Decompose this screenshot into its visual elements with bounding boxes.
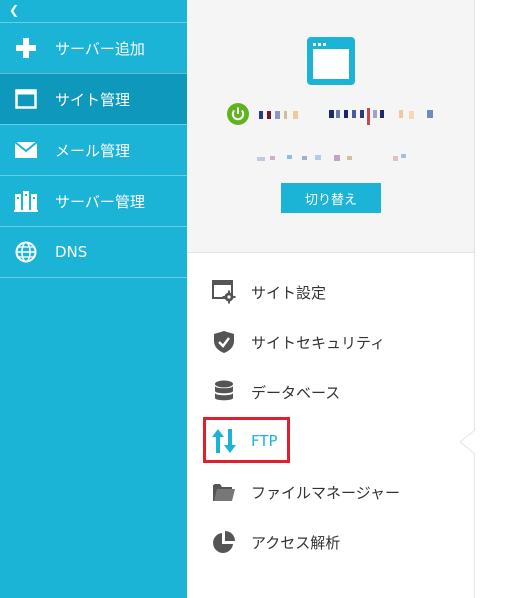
sidebar-item-dns[interactable]: DNS <box>0 226 187 278</box>
menu-item-label: サイトセキュリティ <box>251 333 386 352</box>
collapse-sidebar-button[interactable]: ❮ <box>9 1 23 19</box>
menu-item-label: サイト設定 <box>251 283 327 302</box>
menu-item-access-analytics[interactable]: アクセス解析 <box>187 520 474 564</box>
sidebar-item-site-management[interactable]: サイト管理 <box>0 73 187 124</box>
globe-icon <box>13 239 39 265</box>
sidebar-item-label: メール管理 <box>55 141 131 160</box>
sidebar-item-mail-management[interactable]: メール管理 <box>0 124 187 175</box>
menu-item-label: アクセス解析 <box>251 533 341 552</box>
menu-item-database[interactable]: データベース <box>187 370 474 414</box>
power-status-icon <box>227 103 249 125</box>
sidebar-item-add-server[interactable]: サーバー追加 <box>0 22 187 73</box>
menu-item-label: データベース <box>251 383 341 402</box>
database-icon <box>211 379 237 405</box>
pie-chart-icon <box>211 529 237 555</box>
ftp-highlight-box <box>203 417 290 463</box>
site-settings-icon <box>211 279 237 305</box>
sidebar-item-label: サーバー追加 <box>55 39 145 58</box>
site-window-icon <box>307 37 355 85</box>
mail-icon <box>13 137 39 163</box>
sidebar-item-label: サイト管理 <box>55 90 131 109</box>
sidebar-item-server-management[interactable]: サーバー管理 <box>0 175 187 226</box>
menu-item-site-security[interactable]: サイトセキュリティ <box>187 320 474 364</box>
folder-icon <box>211 479 237 505</box>
shield-check-icon <box>211 329 237 355</box>
switch-site-button[interactable]: 切り替え <box>281 183 381 213</box>
server-icon <box>13 188 39 214</box>
plus-icon <box>13 35 39 61</box>
site-info-panel: 切り替え <box>187 0 474 253</box>
window-icon <box>13 86 39 112</box>
menu-item-label: ファイルマネージャー <box>251 483 400 502</box>
panel-divider <box>474 0 475 598</box>
menu-item-file-manager[interactable]: ファイルマネージャー <box>187 470 474 514</box>
sidebar-item-label: DNS <box>55 243 88 261</box>
menu-item-site-settings[interactable]: サイト設定 <box>187 270 474 314</box>
sidebar-item-label: サーバー管理 <box>55 192 145 211</box>
sidebar: ❮ サーバー追加 サイト管理 メール管理 サーバー管理 DNS <box>0 0 187 598</box>
panel-pointer-notch <box>460 430 480 454</box>
